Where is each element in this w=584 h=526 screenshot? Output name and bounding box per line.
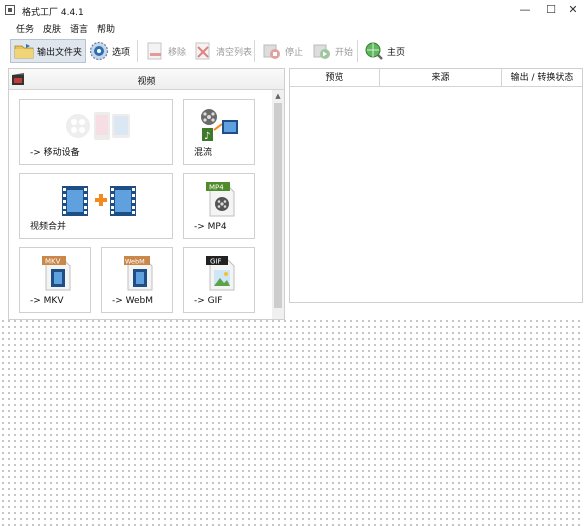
- menu-task[interactable]: 任务: [16, 22, 34, 35]
- title-bar: 格式工厂 4.4.1 — ☐ ✕: [0, 0, 584, 20]
- menu-skin[interactable]: 皮肤: [43, 22, 61, 35]
- stop-icon: [262, 41, 282, 61]
- webm-badge-text: WebM: [125, 258, 145, 266]
- app-window: 格式工厂 4.4.1 — ☐ ✕ 任务 皮肤 语言 帮助 输出文件夹 选项 移除: [0, 0, 584, 320]
- scroll-up-icon[interactable]: ▲: [272, 90, 284, 102]
- maximize-button[interactable]: ☐: [540, 1, 562, 19]
- tile-label: -> WebM: [112, 296, 154, 306]
- clear-list-label: 清空列表: [216, 47, 253, 58]
- tile-label: -> MKV: [30, 296, 64, 306]
- tile-label: -> 移动设备: [30, 148, 80, 158]
- tile-gif[interactable]: GIF -> GIF: [183, 247, 255, 313]
- gif-badge-text: GIF: [210, 258, 222, 266]
- mkv-file-icon: MKV: [42, 256, 71, 291]
- start-button[interactable]: 开始: [309, 39, 356, 63]
- menu-bar: 任务 皮肤 语言 帮助: [0, 20, 584, 36]
- tile-webm[interactable]: WebM -> WebM: [101, 247, 173, 313]
- close-button[interactable]: ✕: [562, 1, 584, 19]
- category-video-header[interactable]: 视频: [9, 69, 284, 90]
- window-title: 格式工厂 4.4.1: [22, 8, 84, 18]
- toolbar-separator: [254, 40, 255, 62]
- panel-scrollbar[interactable]: ▲: [272, 90, 284, 319]
- tile-label: -> GIF: [194, 296, 223, 306]
- app-logo-icon: [5, 5, 15, 15]
- remove-button[interactable]: 移除: [142, 39, 189, 63]
- toolbar-separator: [137, 40, 138, 62]
- stop-button[interactable]: 停止: [259, 39, 306, 63]
- tile-mkv[interactable]: MKV -> MKV: [19, 247, 91, 313]
- column-header-output-status[interactable]: 输出 / 转换状态: [502, 69, 582, 87]
- menu-language[interactable]: 语言: [70, 22, 88, 35]
- mp4-badge-text: MP4: [209, 184, 224, 192]
- mkv-badge-text: MKV: [45, 258, 61, 266]
- tile-label: -> MP4: [194, 222, 227, 232]
- column-header-preview[interactable]: 预览: [290, 69, 380, 87]
- remove-icon: [145, 41, 165, 61]
- output-folder-button[interactable]: 输出文件夹: [10, 39, 87, 63]
- toolbar: 输出文件夹 选项 移除 清空列表 停止 开始 主页: [0, 36, 584, 66]
- task-list: 预览 来源 输出 / 转换状态: [289, 68, 583, 303]
- remove-label: 移除: [168, 47, 187, 58]
- output-folder-label: 输出文件夹: [37, 47, 83, 58]
- stop-label: 停止: [285, 47, 304, 58]
- tile-mux[interactable]: ♪ 混流: [183, 99, 255, 165]
- toolbar-separator: [357, 40, 358, 62]
- home-button[interactable]: 主页: [361, 39, 408, 63]
- folder-icon: [14, 41, 34, 61]
- globe-search-icon: [364, 41, 384, 61]
- function-panel: 视频 -> 移动设备 ♪ 混流 视频合并 MP4 -> MP4 MKV -> M…: [8, 68, 285, 320]
- options-button[interactable]: 选项: [86, 39, 133, 63]
- tile-mp4[interactable]: MP4 -> MP4: [183, 173, 255, 239]
- video-join-icon: [62, 186, 136, 216]
- scroll-thumb[interactable]: [274, 103, 282, 308]
- start-label: 开始: [335, 47, 354, 58]
- options-label: 选项: [112, 47, 131, 58]
- column-header-source[interactable]: 来源: [380, 69, 502, 87]
- minimize-button[interactable]: —: [514, 1, 536, 19]
- clear-list-icon: [193, 41, 213, 61]
- mux-icon: ♪: [201, 109, 238, 142]
- home-label: 主页: [387, 47, 406, 58]
- gear-icon: [89, 41, 109, 61]
- clear-list-button[interactable]: 清空列表: [190, 39, 255, 63]
- tile-mobile-device[interactable]: -> 移动设备: [19, 99, 173, 165]
- mobile-device-icon: [66, 112, 130, 140]
- mp4-file-icon: MP4: [206, 182, 235, 217]
- start-icon: [312, 41, 332, 61]
- menu-help[interactable]: 帮助: [97, 22, 115, 35]
- category-label: 视频: [137, 77, 156, 87]
- tile-label: 混流: [194, 148, 213, 158]
- gif-file-icon: GIF: [206, 256, 235, 291]
- svg-text:♪: ♪: [204, 131, 210, 142]
- webm-file-icon: WebM: [124, 256, 153, 291]
- tile-video-join[interactable]: 视频合并: [19, 173, 173, 239]
- tile-label: 视频合并: [30, 222, 67, 232]
